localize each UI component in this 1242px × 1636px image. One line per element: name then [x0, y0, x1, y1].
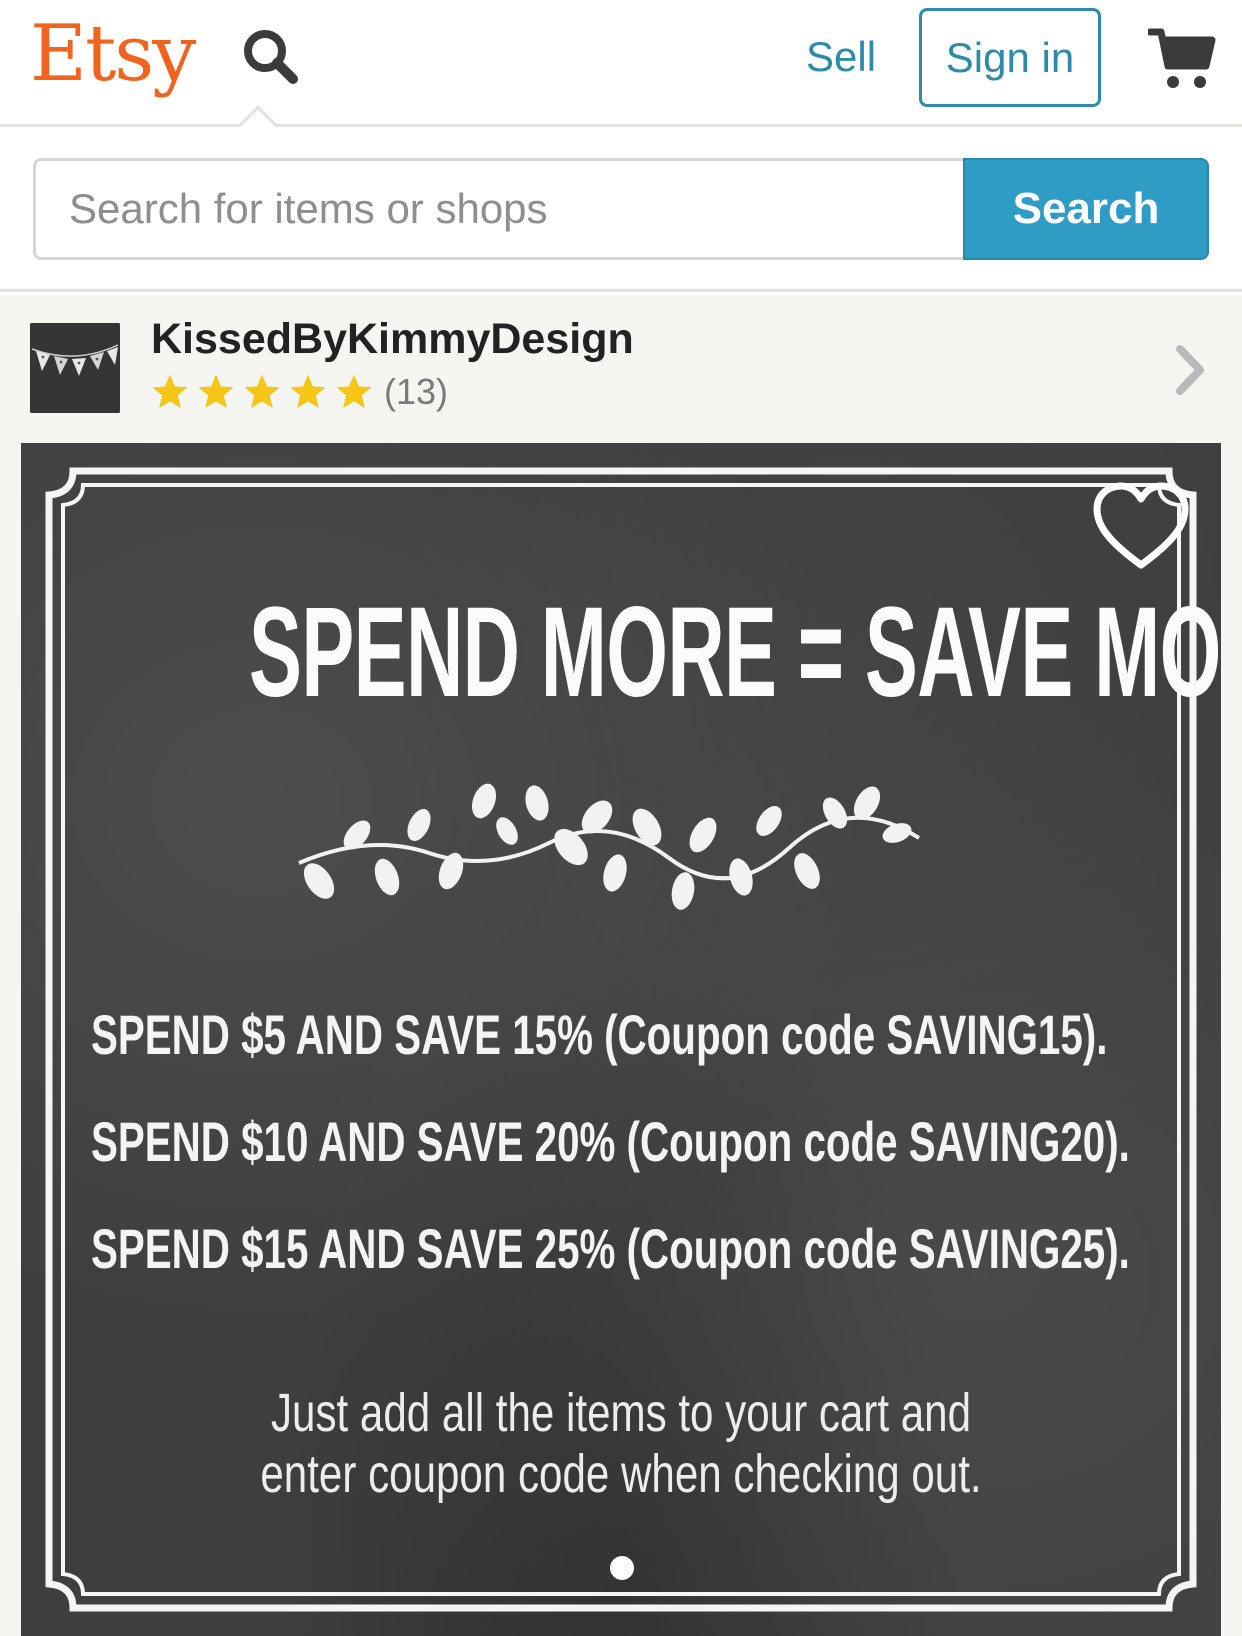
- carousel-dot[interactable]: [610, 1556, 634, 1580]
- search-input[interactable]: [33, 158, 965, 260]
- offer-line: SPEND $10 AND SAVE 20% (Coupon code SAVI…: [91, 1110, 1130, 1173]
- sell-link[interactable]: Sell: [806, 30, 876, 84]
- vine-ornament-icon: [298, 783, 921, 910]
- shop-rating: (13): [150, 370, 448, 414]
- offer-line: SPEND $5 AND SAVE 15% (Coupon code SAVIN…: [91, 1003, 1108, 1066]
- promo-headline: SPEND MORE = SAVE MORE: [249, 581, 1221, 724]
- search-button[interactable]: Search: [963, 158, 1209, 260]
- shop-header[interactable]: KissedByKimmyDesign (13): [0, 295, 1242, 439]
- search-icon[interactable]: [238, 24, 308, 94]
- star-icon: [198, 374, 234, 408]
- bunting-avatar-icon: [30, 323, 120, 413]
- star-icon: [290, 374, 326, 408]
- listing-image[interactable]: SPEND MORE = SAVE MORE: [21, 443, 1221, 1636]
- etsy-logo[interactable]: Etsy: [30, 8, 196, 102]
- cart-icon[interactable]: [1148, 26, 1216, 92]
- promo-note: Just add all the items to your cart and: [270, 1383, 972, 1443]
- search-bar: Search: [0, 130, 1242, 292]
- chevron-right-icon[interactable]: [1170, 343, 1210, 397]
- star-icon: [152, 374, 188, 408]
- review-count: (13): [384, 371, 449, 412]
- offer-line: SPEND $15 AND SAVE 25% (Coupon code SAVI…: [91, 1217, 1130, 1280]
- top-header: Etsy Sell Sign in: [0, 0, 1242, 145]
- star-icon: [336, 374, 372, 408]
- listing-image-carousel[interactable]: SPEND MORE = SAVE MORE: [0, 439, 1242, 1636]
- promo-note: enter coupon code when checking out.: [260, 1444, 982, 1504]
- star-icon: [244, 374, 280, 408]
- sign-in-button[interactable]: Sign in: [919, 8, 1101, 107]
- heart-icon[interactable]: [1091, 481, 1191, 573]
- shop-name[interactable]: KissedByKimmyDesign: [151, 311, 634, 367]
